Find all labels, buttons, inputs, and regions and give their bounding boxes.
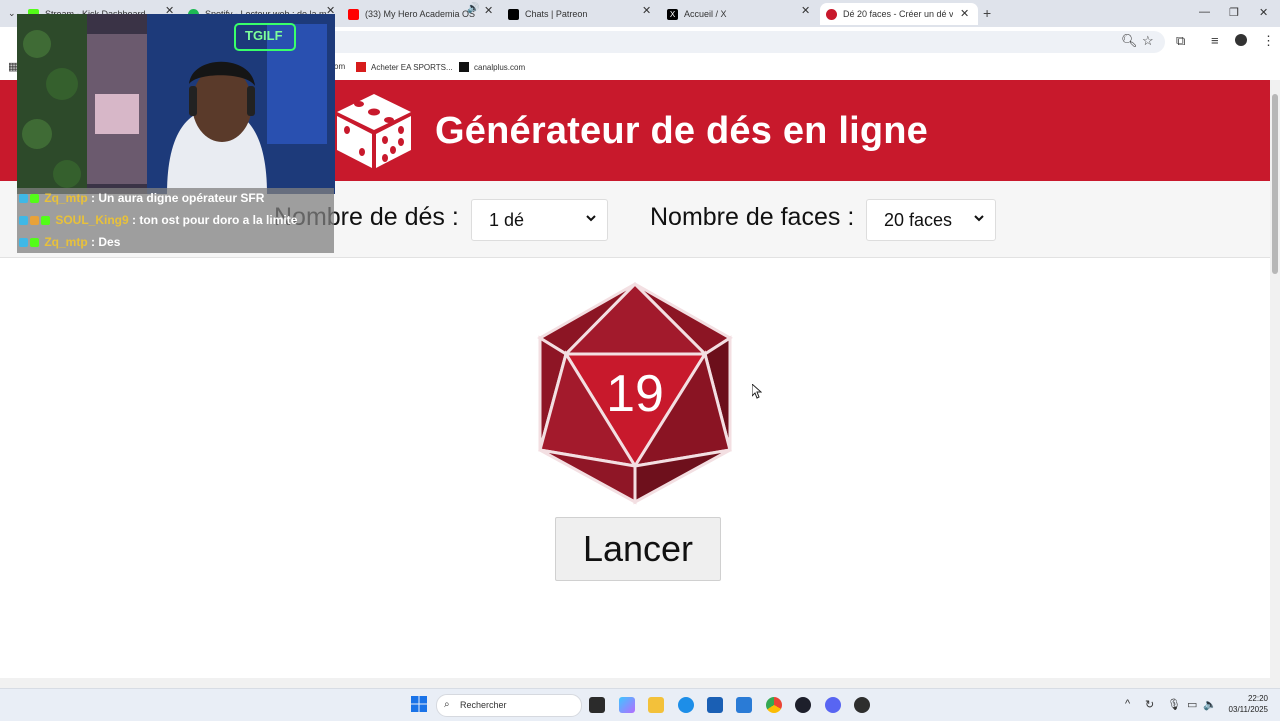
url-field[interactable] — [290, 31, 1165, 53]
obs-icon[interactable] — [854, 697, 870, 713]
copilot-icon[interactable] — [619, 697, 635, 713]
bookmark-label: Acheter EA SPORTS... — [371, 62, 453, 72]
tab-label: Dé 20 faces - Créer un dé vingt — [843, 9, 953, 19]
discord-icon[interactable] — [825, 697, 841, 713]
close-icon[interactable]: ✕ — [801, 4, 810, 17]
kick-badge-icon — [41, 216, 50, 225]
taskbar-clock[interactable]: 22:20 03/11/2025 — [1224, 693, 1268, 715]
clock-date: 03/11/2025 — [1228, 705, 1268, 714]
minimize-icon[interactable]: — — [1199, 6, 1210, 18]
window-close-icon[interactable]: ✕ — [1259, 6, 1268, 19]
neon-sign-text: TGILF — [245, 28, 283, 43]
file-explorer-icon[interactable] — [648, 697, 664, 713]
tab-youtube[interactable]: (33) My Hero Academia OS 🔊 ✕ — [348, 3, 498, 25]
clock-time: 22:20 — [1247, 694, 1268, 703]
tab-patreon[interactable]: Chats | Patreon ✕ — [508, 3, 658, 25]
mouse-cursor-icon — [752, 384, 762, 399]
chat-text: : Des — [91, 235, 121, 249]
search-placeholder: Rechercher — [460, 700, 507, 710]
tab-label: Chats | Patreon — [525, 9, 588, 19]
subscriber-badge-icon — [19, 194, 28, 203]
webcam-feed-image — [17, 14, 335, 194]
youtube-icon — [348, 8, 359, 20]
tab-label: (33) My Hero Academia OS — [365, 9, 476, 19]
windows-start-icon[interactable] — [411, 696, 427, 712]
kick-badge-icon — [30, 194, 39, 203]
bookmark-canalplus[interactable]: canalplus.com — [459, 62, 525, 72]
faces-select[interactable]: 20 faces — [866, 199, 996, 241]
ea-icon — [356, 62, 366, 72]
zoom-icon[interactable]: 🔍︎ — [1121, 33, 1138, 49]
webcam-overlay: TGILF — [17, 14, 335, 194]
chevron-down-icon — [974, 215, 984, 222]
page-title: Générateur de dés en ligne — [435, 110, 929, 152]
tray-overflow-icon[interactable]: ^ — [1125, 698, 1130, 710]
faces-label: Nombre de faces : — [650, 203, 855, 231]
x-icon: X — [667, 8, 678, 20]
subscriber-badge-icon — [19, 238, 28, 247]
chat-message: Zq_mtp : Des — [19, 235, 120, 249]
menu-icon[interactable]: ⋮ — [1262, 33, 1275, 49]
chat-username: Zq_mtp — [44, 235, 88, 249]
patreon-icon — [508, 8, 519, 20]
windows-taskbar — [0, 688, 1280, 721]
close-icon[interactable]: ✕ — [960, 7, 969, 20]
task-view-icon[interactable] — [589, 697, 605, 713]
faces-value: 20 faces — [884, 210, 953, 230]
die-result: 19 — [606, 365, 664, 423]
stream-chat-overlay: Zq_mtp : Un aura digne opérateur SFR SOU… — [17, 188, 334, 253]
edge-icon[interactable] — [678, 697, 694, 713]
chat-text: : ton ost pour doro a la limite — [132, 213, 298, 227]
gift-badge-icon — [30, 216, 39, 225]
subscriber-badge-icon — [19, 216, 28, 225]
chat-text: : Un aura digne opérateur SFR — [91, 191, 265, 205]
horizontal-scrollbar[interactable] — [0, 678, 1270, 688]
chat-username: SOUL_King9 — [55, 213, 129, 227]
network-icon[interactable]: ▭ — [1187, 698, 1197, 711]
bookmark-label: om — [334, 62, 346, 71]
tab-x[interactable]: X Accueil / X ✕ — [667, 3, 817, 25]
bookmark-ea-sports[interactable]: Acheter EA SPORTS... — [356, 62, 453, 72]
chat-message: SOUL_King9 : ton ost pour doro a la limi… — [19, 213, 297, 227]
tab-label: Accueil / X — [684, 9, 727, 19]
dice-icon — [826, 8, 837, 20]
taskbar-search[interactable]: ⌕ Rechercher — [436, 694, 582, 717]
tab-dice-generator[interactable]: Dé 20 faces - Créer un dé vingt ✕ — [820, 3, 978, 25]
volume-icon[interactable]: 🔈 — [1203, 698, 1217, 711]
outlook-icon[interactable] — [736, 697, 752, 713]
bookmark-label: canalplus.com — [474, 62, 526, 72]
canalplus-icon — [459, 62, 469, 72]
store-icon[interactable] — [707, 697, 723, 713]
close-icon[interactable]: ✕ — [642, 4, 651, 17]
chat-message: Zq_mtp : Un aura digne opérateur SFR — [19, 191, 264, 205]
media-control-icon[interactable]: ≡ — [1211, 33, 1219, 48]
kick-badge-icon — [30, 238, 39, 247]
chat-username: Zq_mtp — [44, 191, 88, 205]
dice-count-value: 1 dé — [489, 210, 525, 230]
extensions-icon[interactable]: ⧉ — [1176, 33, 1185, 49]
chrome-icon[interactable] — [766, 697, 782, 713]
chevron-down-icon — [586, 215, 596, 222]
restore-icon[interactable]: ❐ — [1229, 6, 1239, 19]
search-icon: ⌕ — [444, 699, 450, 710]
tab-search-icon[interactable]: ⌄ — [8, 8, 16, 19]
roll-button[interactable]: Lancer — [555, 517, 721, 581]
dice-logo-icon — [337, 94, 411, 168]
close-icon[interactable]: ✕ — [484, 4, 493, 17]
dice-count-select[interactable]: 1 dé — [471, 199, 608, 241]
new-tab-icon[interactable]: + — [983, 5, 991, 21]
speaker-icon[interactable]: 🔊 — [467, 3, 479, 14]
app-icon[interactable] — [795, 697, 811, 713]
sync-icon[interactable]: ↻ — [1145, 698, 1154, 711]
profile-avatar[interactable] — [1235, 34, 1247, 46]
scrollbar-thumb[interactable] — [1272, 94, 1278, 274]
bookmark-item[interactable]: om — [334, 62, 345, 71]
bookmark-star-icon[interactable]: ☆ — [1142, 33, 1154, 49]
microphone-icon[interactable]: 🎙 — [1167, 698, 1181, 711]
